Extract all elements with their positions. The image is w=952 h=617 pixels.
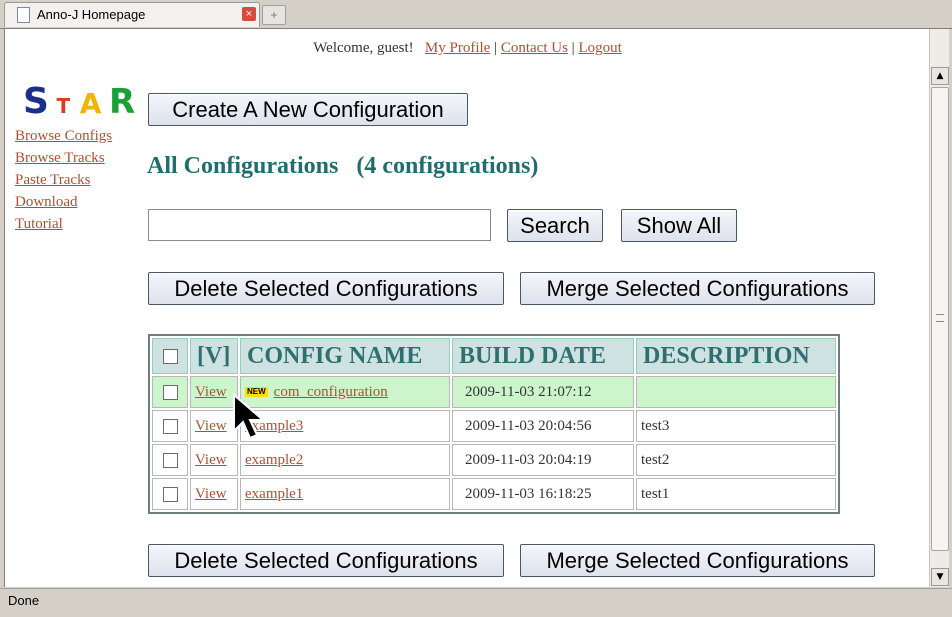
build-date-cell: 2009-11-03 20:04:56 [452, 410, 634, 442]
row-checkbox[interactable] [162, 418, 178, 434]
row-checkbox[interactable] [162, 384, 178, 400]
new-tab-button[interactable]: + [262, 5, 286, 25]
show-all-button[interactable]: Show All [621, 209, 737, 242]
status-bar: Done [0, 588, 952, 617]
row-checkbox[interactable] [162, 452, 178, 468]
table-header-row: [V] CONFIG NAME BUILD DATE DESCRIPTION [152, 338, 836, 374]
vertical-scrollbar[interactable]: ▲ ▼ [929, 29, 949, 587]
logo-letter-r: R [109, 82, 136, 122]
page-title: All Configurations (4 configurations) [147, 153, 539, 179]
description-cell: test2 [636, 444, 836, 476]
build-date-cell: 2009-11-03 21:07:12 [452, 376, 634, 408]
config-name-link[interactable]: com_configuration [274, 384, 388, 400]
config-name-cell: example2 [240, 444, 450, 476]
merge-selected-button[interactable]: Merge Selected Configurations [520, 272, 875, 305]
close-icon[interactable]: × [242, 7, 256, 21]
scroll-up-arrow-icon[interactable]: ▲ [931, 67, 949, 85]
view-cell: View [190, 478, 238, 510]
side-nav: Browse Configs Browse Tracks Paste Track… [15, 125, 112, 235]
logo-letter-t: T [56, 94, 71, 118]
select-all-header [152, 338, 188, 374]
description-cell: test3 [636, 410, 836, 442]
logo-letter-a: A [79, 87, 102, 120]
browse-tracks-link[interactable]: Browse Tracks [15, 147, 112, 169]
create-configuration-button[interactable]: Create A New Configuration [148, 93, 468, 126]
table-row: View example1 2009-11-03 16:18:25 test1 [152, 478, 836, 510]
config-name-link[interactable]: example2 [245, 452, 303, 468]
browser-tab[interactable]: Anno-J Homepage × [4, 2, 260, 27]
scroll-down-arrow-icon[interactable]: ▼ [931, 568, 949, 586]
mouse-pointer-icon [233, 393, 266, 440]
scroll-grip-icon [936, 314, 944, 322]
star-logo: S T A R [23, 81, 135, 122]
config-name-cell: example1 [240, 478, 450, 510]
delete-selected-button[interactable]: Delete Selected Configurations [148, 272, 504, 305]
search-input[interactable] [148, 209, 491, 241]
description-cell: test1 [636, 478, 836, 510]
my-profile-link[interactable]: My Profile [425, 40, 490, 56]
welcome-text: Welcome, guest! [313, 40, 414, 56]
view-cell: View [190, 444, 238, 476]
page-viewport: Welcome, guest! My Profile | Contact Us … [4, 29, 930, 587]
view-link[interactable]: View [195, 452, 227, 468]
row-select-cell [152, 478, 188, 510]
download-link[interactable]: Download [15, 191, 112, 213]
tab-bar: Anno-J Homepage × + [0, 0, 952, 29]
column-header-build-date[interactable]: BUILD DATE [452, 338, 634, 374]
page-icon [17, 7, 30, 23]
config-name-link[interactable]: example1 [245, 486, 303, 502]
column-header-view[interactable]: [V] [190, 338, 238, 374]
row-checkbox[interactable] [162, 486, 178, 502]
top-nav: Welcome, guest! My Profile | Contact Us … [5, 40, 930, 57]
status-text: Done [8, 593, 40, 608]
scrollbar-thumb[interactable] [931, 87, 949, 551]
paste-tracks-link[interactable]: Paste Tracks [15, 169, 112, 191]
contact-us-link[interactable]: Contact Us [501, 40, 568, 56]
logout-link[interactable]: Logout [578, 40, 621, 56]
delete-selected-button-bottom[interactable]: Delete Selected Configurations [148, 544, 504, 577]
view-cell: View [190, 410, 238, 442]
table-row: View example2 2009-11-03 20:04:19 test2 [152, 444, 836, 476]
view-link[interactable]: View [195, 418, 227, 434]
column-header-config-name[interactable]: CONFIG NAME [240, 338, 450, 374]
tab-title: Anno-J Homepage [37, 7, 146, 22]
row-select-cell [152, 410, 188, 442]
nav-separator: | [571, 40, 575, 56]
build-date-cell: 2009-11-03 16:18:25 [452, 478, 634, 510]
search-button[interactable]: Search [507, 209, 603, 242]
description-cell [636, 376, 836, 408]
column-header-description[interactable]: DESCRIPTION [636, 338, 836, 374]
view-link[interactable]: View [195, 384, 227, 400]
row-select-cell [152, 376, 188, 408]
view-link[interactable]: View [195, 486, 227, 502]
build-date-cell: 2009-11-03 20:04:19 [452, 444, 634, 476]
tutorial-link[interactable]: Tutorial [15, 213, 112, 235]
select-all-checkbox[interactable] [162, 349, 178, 365]
nav-separator: | [494, 40, 498, 56]
view-cell: View [190, 376, 238, 408]
browse-configs-link[interactable]: Browse Configs [15, 125, 112, 147]
merge-selected-button-bottom[interactable]: Merge Selected Configurations [520, 544, 875, 577]
row-select-cell [152, 444, 188, 476]
logo-letter-s: S [23, 81, 49, 122]
